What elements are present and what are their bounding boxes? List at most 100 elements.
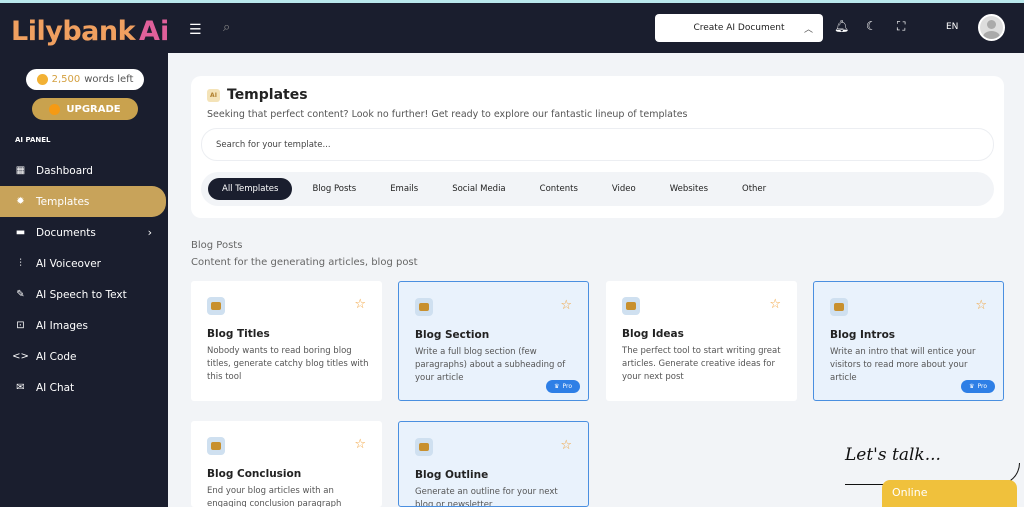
page-title-text: Templates bbox=[227, 87, 308, 103]
words-left-badge: 2,500 words left bbox=[26, 69, 144, 90]
template-card-blog-titles[interactable]: ☆ Blog Titles Nobody wants to read boring … bbox=[191, 281, 382, 401]
tab-video[interactable]: Video bbox=[598, 178, 650, 200]
menu-icon[interactable]: ☰ bbox=[189, 22, 202, 38]
sidebar-item-label: AI Code bbox=[36, 350, 77, 363]
sidebar-item-templates[interactable]: ✹ Templates bbox=[0, 186, 166, 217]
sidebar-item-label: AI Speech to Text bbox=[36, 288, 127, 301]
star-icon[interactable]: ☆ bbox=[769, 297, 781, 312]
template-card-blog-intros[interactable]: ☆ Blog Intros Write an intro that will ent… bbox=[813, 281, 1004, 401]
template-description: Generate an outline for your next blog o… bbox=[415, 487, 558, 507]
crown-icon: ♛ bbox=[554, 383, 560, 390]
template-icon bbox=[415, 298, 433, 316]
dashboard-icon: ▦ bbox=[15, 165, 26, 176]
theme-toggle-icon[interactable]: ☾ bbox=[866, 19, 877, 33]
tab-other[interactable]: Other bbox=[728, 178, 780, 200]
language-selector[interactable]: EN bbox=[946, 22, 958, 32]
page-subtitle: Seeking that perfect content? Look no fu… bbox=[207, 109, 688, 120]
template-title: Blog Titles bbox=[207, 328, 270, 340]
avatar[interactable] bbox=[978, 14, 1005, 41]
section-title: Blog Posts bbox=[191, 240, 243, 251]
folder-icon: ▬ bbox=[15, 227, 26, 238]
tab-social-media[interactable]: Social Media bbox=[438, 178, 519, 200]
sidebar-item-ai-images[interactable]: ⊡ AI Images bbox=[0, 310, 168, 341]
upgrade-label: UPGRADE bbox=[66, 103, 121, 115]
create-ai-document-label: Create AI Document bbox=[693, 23, 785, 33]
speech-icon: ✎ bbox=[16, 289, 25, 300]
template-card-blog-section[interactable]: ☆ Blog Section Write a full blog section (… bbox=[398, 281, 589, 401]
tab-all-templates[interactable]: All Templates bbox=[208, 178, 293, 200]
template-title: Blog Outline bbox=[415, 469, 489, 481]
template-description: End your blog articles with an engaging … bbox=[207, 486, 342, 507]
page-title: AI Templates bbox=[207, 87, 308, 103]
sidebar-item-label: Templates bbox=[36, 195, 90, 208]
template-search-input[interactable] bbox=[201, 128, 994, 161]
star-icon[interactable]: ☆ bbox=[354, 437, 366, 452]
template-description: The perfect tool to start writing great … bbox=[622, 346, 781, 382]
template-title: Blog Ideas bbox=[622, 328, 684, 340]
words-count: 2,500 bbox=[51, 74, 81, 85]
pro-label: Pro bbox=[977, 383, 987, 390]
create-ai-document-dropdown[interactable]: Create AI Document ︿ bbox=[655, 14, 823, 42]
template-card-blog-outline[interactable]: ☆ Blog Outline Generate an outline for you… bbox=[398, 421, 589, 507]
lets-talk-label: Let's talk... bbox=[845, 445, 941, 465]
sidebar-item-ai-speech-to-text[interactable]: ✎ AI Speech to Text bbox=[0, 279, 168, 310]
sidebar-item-ai-code[interactable]: <> AI Code bbox=[0, 341, 168, 372]
template-category-tabs: All Templates Blog Posts Emails Social Medi… bbox=[201, 172, 994, 206]
template-title: Blog Intros bbox=[830, 329, 896, 341]
sidebar-nav: ▦ Dashboard ✹ Templates ▬ Documents › ⫶ AI Voice… bbox=[0, 155, 168, 403]
words-suffix: words left bbox=[84, 74, 134, 85]
star-icon[interactable]: ☆ bbox=[560, 298, 572, 313]
star-icon[interactable]: ☆ bbox=[975, 298, 987, 313]
fullscreen-icon[interactable]: ⛶ bbox=[897, 19, 905, 34]
template-description: Nobody wants to read boring blog titles,… bbox=[207, 346, 369, 382]
sidebar-item-documents[interactable]: ▬ Documents › bbox=[0, 217, 168, 248]
template-icon bbox=[415, 438, 433, 456]
online-chat-button[interactable]: Online bbox=[882, 480, 1017, 507]
templates-icon: ✹ bbox=[16, 196, 25, 207]
template-card-blog-conclusion[interactable]: ☆ Blog Conclusion End your blog articles w… bbox=[191, 421, 382, 507]
pro-badge: ♛ Pro bbox=[961, 380, 995, 393]
template-title: Blog Conclusion bbox=[207, 468, 302, 480]
sidebar-item-dashboard[interactable]: ▦ Dashboard bbox=[0, 155, 168, 186]
sidebar-item-label: AI Images bbox=[36, 319, 88, 332]
logo[interactable]: Lilybank Ai bbox=[11, 11, 169, 51]
template-icon bbox=[830, 298, 848, 316]
sidebar: Lilybank Ai 2,500 words left UPGRADE AI … bbox=[0, 3, 169, 507]
crown-icon: ♛ bbox=[969, 383, 975, 390]
upgrade-coin-icon bbox=[49, 103, 61, 115]
online-label: Online bbox=[892, 486, 928, 499]
section-subtitle: Content for the generating articles, blo… bbox=[191, 257, 418, 268]
coin-icon bbox=[36, 74, 48, 85]
logo-ai: Ai bbox=[139, 15, 170, 47]
template-icon bbox=[622, 297, 640, 315]
chevron-right-icon: › bbox=[147, 226, 152, 239]
sidebar-item-ai-voiceover[interactable]: ⫶ AI Voiceover bbox=[0, 248, 168, 279]
sidebar-item-label: AI Chat bbox=[36, 381, 75, 394]
tab-emails[interactable]: Emails bbox=[376, 178, 432, 200]
sidebar-item-ai-chat[interactable]: ✉ AI Chat bbox=[0, 372, 168, 403]
tab-contents[interactable]: Contents bbox=[526, 178, 592, 200]
panel-label: AI PANEL bbox=[15, 136, 51, 144]
bell-icon[interactable]: 🔔︎ bbox=[834, 19, 849, 33]
upgrade-button[interactable]: UPGRADE bbox=[32, 98, 138, 120]
templates-header-card: AI Templates Seeking that perfect conten… bbox=[191, 76, 1004, 218]
pro-label: Pro bbox=[562, 383, 572, 390]
chat-icon: ✉ bbox=[16, 382, 25, 393]
star-icon[interactable]: ☆ bbox=[354, 297, 366, 312]
search-icon[interactable]: ⌕ bbox=[223, 20, 230, 35]
template-card-blog-ideas[interactable]: ☆ Blog Ideas The perfect tool to start wri… bbox=[606, 281, 797, 401]
template-icon bbox=[207, 437, 225, 455]
template-icon bbox=[207, 297, 225, 315]
chevron-up-icon: ︿ bbox=[803, 24, 813, 35]
image-icon: ⊡ bbox=[16, 320, 25, 331]
waveform-icon: ⫶ bbox=[19, 258, 22, 269]
tab-websites[interactable]: Websites bbox=[656, 178, 722, 200]
ai-badge-icon: AI bbox=[207, 88, 220, 102]
code-icon: <> bbox=[12, 351, 29, 362]
sidebar-item-label: AI Voiceover bbox=[36, 257, 101, 270]
topbar: ☰ ⌕ Create AI Document ︿ 🔔︎ ☾ ⛶ EN bbox=[168, 3, 1024, 53]
tab-blog-posts[interactable]: Blog Posts bbox=[298, 178, 370, 200]
star-icon[interactable]: ☆ bbox=[560, 438, 572, 453]
sidebar-item-label: Dashboard bbox=[36, 164, 93, 177]
template-title: Blog Section bbox=[415, 329, 490, 341]
